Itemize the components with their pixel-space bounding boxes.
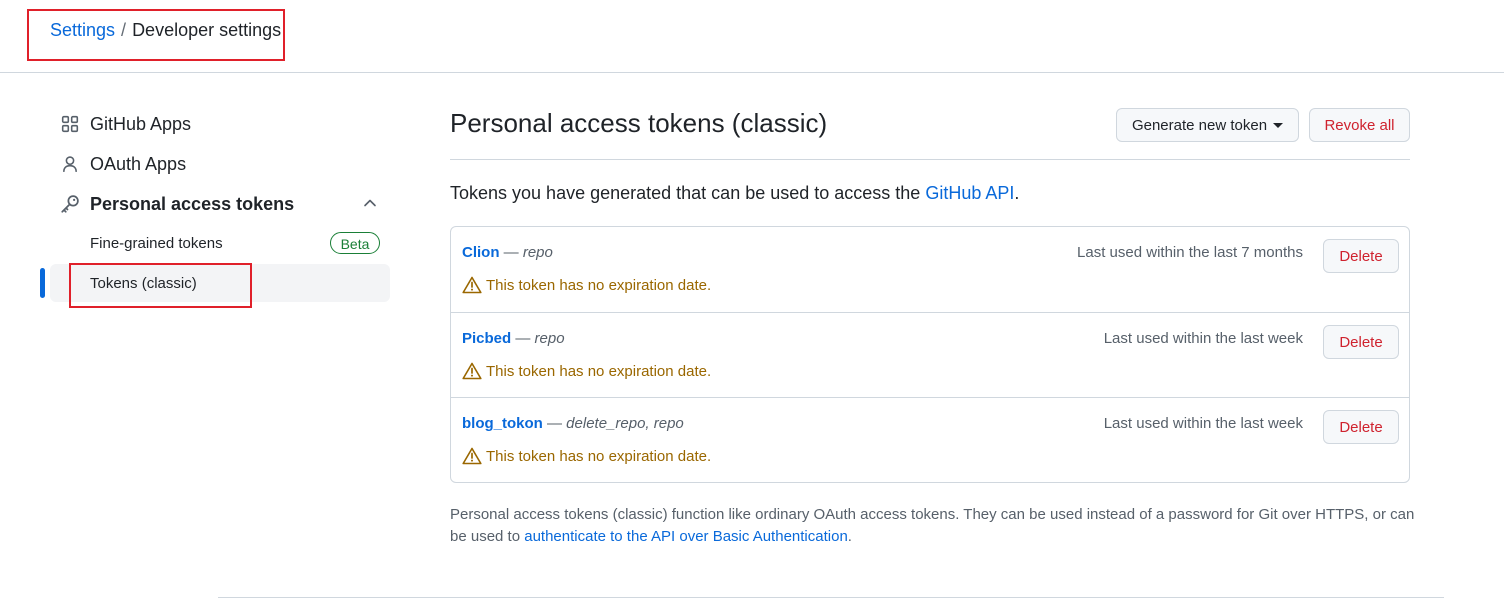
delete-token-button[interactable]: Delete bbox=[1323, 239, 1399, 273]
breadcrumb-separator: / bbox=[121, 20, 127, 40]
token-row: blog_tokon — delete_repo, repo Last used… bbox=[451, 397, 1409, 483]
sidebar-item-oauth-apps[interactable]: OAuth Apps bbox=[60, 148, 186, 180]
breadcrumb-settings-link[interactable]: Settings bbox=[50, 20, 115, 40]
sidebar-active-indicator bbox=[40, 268, 45, 298]
beta-badge: Beta bbox=[330, 232, 380, 254]
warning-text: This token has no expiration date. bbox=[486, 362, 712, 380]
page: Settings / Developer settings GitHub Apps … bbox=[0, 0, 1504, 606]
page-description: Tokens you have generated that can be us… bbox=[450, 183, 1019, 204]
footer-note: Personal access tokens (classic) functio… bbox=[450, 504, 1420, 548]
sidebar-item-label: Personal access tokens bbox=[90, 193, 295, 214]
warning-text: This token has no expiration date. bbox=[486, 276, 712, 294]
alert-icon bbox=[462, 447, 482, 465]
token-row: Clion — repo Last used within the last 7… bbox=[451, 227, 1409, 312]
token-scopes: delete_repo, repo bbox=[566, 415, 684, 432]
token-warning: This token has no expiration date. bbox=[462, 276, 711, 294]
footer-suffix: . bbox=[847, 528, 852, 545]
token-last-used: Last used within the last week bbox=[1103, 330, 1303, 347]
token-name-link[interactable]: Clion bbox=[462, 244, 500, 261]
sidebar-item-github-apps[interactable]: GitHub Apps bbox=[60, 108, 191, 140]
description-suffix: . bbox=[1014, 183, 1020, 203]
revoke-all-button[interactable]: Revoke all bbox=[1309, 108, 1410, 142]
divider bbox=[450, 159, 1410, 160]
token-name-link[interactable]: blog_tokon bbox=[462, 415, 543, 432]
sidebar-subitem-fine-grained-tokens[interactable]: Fine-grained tokens bbox=[90, 235, 223, 252]
alert-icon bbox=[462, 276, 482, 294]
generate-new-token-button[interactable]: Generate new token bbox=[1116, 108, 1299, 142]
token-name-line: Picbed — repo bbox=[462, 330, 565, 347]
sidebar-item-label: OAuth Apps bbox=[90, 153, 187, 174]
token-name-line: Clion — repo bbox=[462, 244, 553, 261]
token-list: Clion — repo Last used within the last 7… bbox=[450, 226, 1410, 483]
token-last-used: Last used within the last week bbox=[1103, 415, 1303, 432]
token-dash: — bbox=[511, 330, 535, 347]
basic-auth-link[interactable]: authenticate to the API over Basic Authe… bbox=[524, 528, 848, 545]
page-title: Personal access tokens (classic) bbox=[450, 108, 828, 138]
token-scopes: repo bbox=[522, 244, 553, 261]
delete-token-button[interactable]: Delete bbox=[1323, 325, 1399, 359]
token-row: Picbed — repo Last used within the last … bbox=[451, 312, 1409, 398]
breadcrumb-current: Developer settings bbox=[132, 20, 282, 40]
token-name-link[interactable]: Picbed bbox=[462, 330, 511, 347]
alert-icon bbox=[462, 362, 482, 380]
token-scopes: repo bbox=[534, 330, 565, 347]
sidebar-item-label: GitHub Apps bbox=[90, 113, 192, 134]
caret-down-icon bbox=[1273, 122, 1284, 128]
generate-new-token-label: Generate new token bbox=[1131, 116, 1268, 134]
sidebar-subitem-tokens-classic[interactable]: Tokens (classic) bbox=[90, 275, 197, 292]
github-api-link[interactable]: GitHub API bbox=[925, 183, 1014, 203]
warning-text: This token has no expiration date. bbox=[486, 447, 712, 465]
token-name-line: blog_tokon — delete_repo, repo bbox=[462, 415, 684, 432]
top-bar: Settings / Developer settings bbox=[0, 0, 1504, 73]
delete-token-button[interactable]: Delete bbox=[1323, 410, 1399, 444]
description-text: Tokens you have generated that can be us… bbox=[450, 183, 926, 203]
token-last-used: Last used within the last 7 months bbox=[1077, 244, 1303, 261]
key-icon bbox=[60, 194, 80, 214]
apps-icon bbox=[60, 114, 80, 134]
breadcrumb: Settings / Developer settings bbox=[50, 18, 281, 42]
chevron-up-icon[interactable] bbox=[360, 193, 380, 213]
bottom-divider bbox=[218, 597, 1444, 598]
token-dash: — bbox=[542, 415, 567, 432]
token-dash: — bbox=[499, 244, 523, 261]
sidebar-item-personal-access-tokens[interactable]: Personal access tokens bbox=[60, 188, 294, 220]
token-warning: This token has no expiration date. bbox=[462, 362, 711, 380]
person-icon bbox=[60, 154, 80, 174]
token-warning: This token has no expiration date. bbox=[462, 447, 711, 465]
